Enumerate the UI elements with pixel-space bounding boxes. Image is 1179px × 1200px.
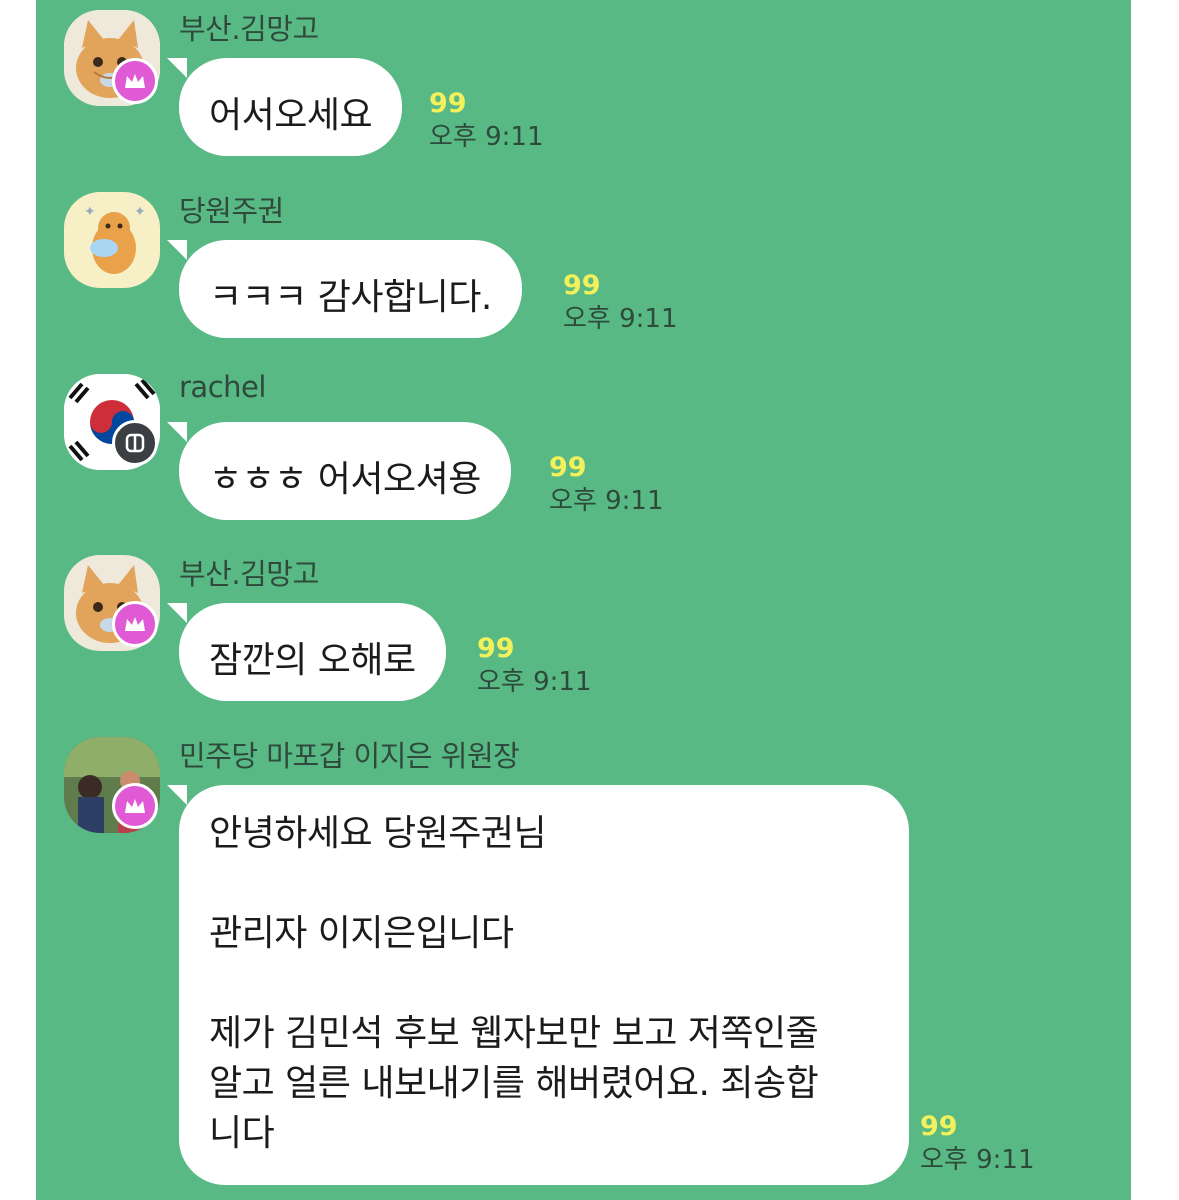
message-time: 오후 9:11: [429, 122, 544, 152]
unread-count: 99: [429, 88, 467, 119]
unread-count: 99: [563, 270, 601, 301]
message-meta: 99 오후 9:11: [920, 1111, 1035, 1177]
channel-icon: [112, 420, 158, 466]
bubble-tail: [167, 785, 187, 805]
unread-count: 99: [549, 452, 587, 483]
crown-icon: [112, 58, 158, 104]
sender-name: 부산.김망고: [179, 12, 319, 46]
hamster-avatar[interactable]: ✦ ✦: [64, 192, 160, 288]
unread-count: 99: [477, 633, 515, 664]
message-line: 관리자 이지은입니다: [209, 913, 514, 954]
message-meta: 99 오후 9:11: [477, 633, 592, 699]
message-line: 알고 얼른 내보내기를 해버렸어요. 죄송합: [209, 1063, 819, 1104]
message-time: 오후 9:11: [563, 304, 678, 334]
svg-text:✦: ✦: [134, 204, 146, 220]
sender-name: rachel: [179, 370, 266, 404]
message-line: 니다: [209, 1113, 275, 1154]
message-bubble[interactable]: 잠깐의 오해로: [179, 603, 446, 701]
bubble-tail: [167, 240, 187, 260]
message-bubble[interactable]: 안녕하세요 당원주권님 관리자 이지은입니다 제가 김민석 후보 웹자보만 보고…: [179, 785, 909, 1185]
bubble-tail: [167, 603, 187, 623]
message-meta: 99 오후 9:11: [429, 88, 544, 154]
bubble-tail: [167, 58, 187, 78]
message-time: 오후 9:11: [920, 1145, 1035, 1175]
crown-icon: [112, 601, 158, 647]
message-bubble[interactable]: 어서오세요: [179, 58, 403, 156]
message-time: 오후 9:11: [477, 667, 592, 697]
message-meta: 99 오후 9:11: [563, 270, 678, 336]
message-line: 제가 김민석 후보 웹자보만 보고 저쪽인줄: [209, 1013, 819, 1054]
sender-name: 부산.김망고: [179, 557, 319, 591]
bubble-tail: [167, 422, 187, 442]
message-line: 안녕하세요 당원주권님: [209, 813, 547, 854]
message-meta: 99 오후 9:11: [549, 452, 664, 518]
chat-room: 부산.김망고 어서오세요 99 오후 9:11 ✦ ✦ 당원주권 ㅋㅋㅋ 감사합…: [36, 0, 1131, 1200]
message-bubble[interactable]: ㅋㅋㅋ 감사합니다.: [179, 240, 522, 338]
unread-count: 99: [920, 1111, 958, 1142]
svg-text:✦: ✦: [84, 204, 96, 220]
sender-name: 민주당 마포갑 이지은 위원장: [179, 739, 520, 773]
sender-name: 당원주권: [179, 194, 284, 228]
message-time: 오후 9:11: [549, 486, 664, 516]
crown-icon: [112, 783, 158, 829]
message-bubble[interactable]: ㅎㅎㅎ 어서오셔용: [179, 422, 511, 520]
